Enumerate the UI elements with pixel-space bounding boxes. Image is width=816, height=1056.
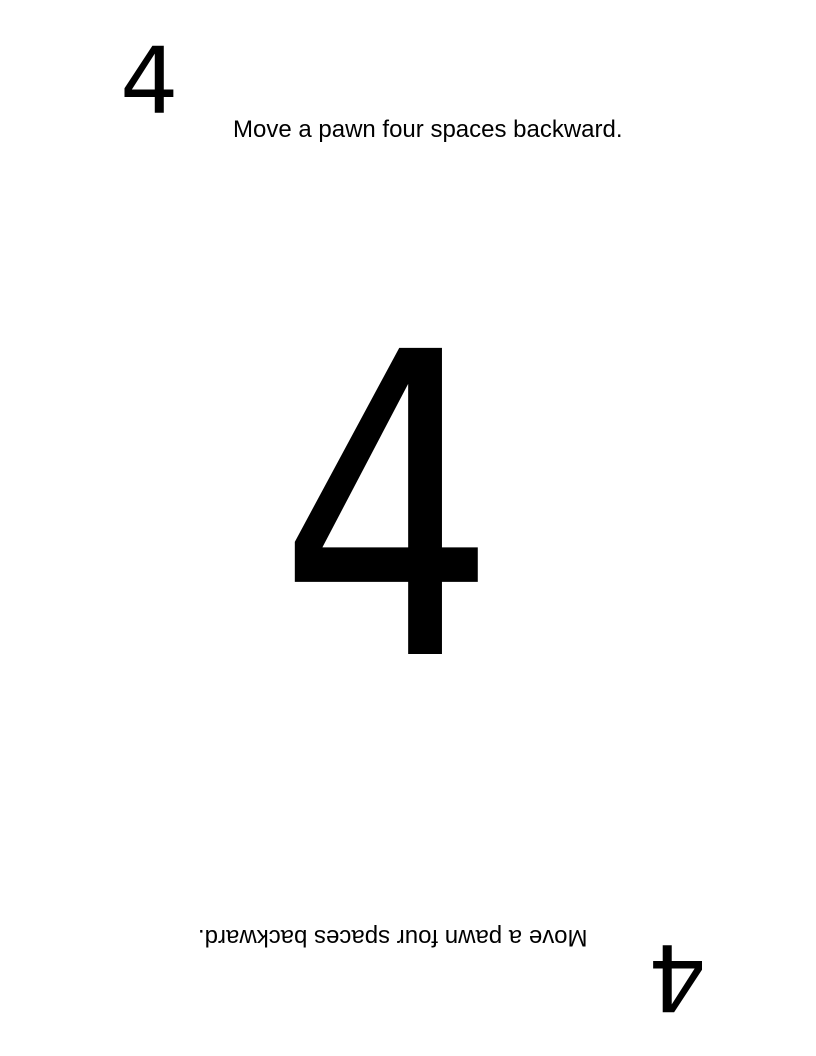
- top-instruction: Move a pawn four spaces backward.: [233, 116, 623, 143]
- center-number: 4: [278, 265, 498, 754]
- top-corner-number: 4: [120, 28, 179, 135]
- bottom-instruction-inverted: Move a pawn four spaces backward.: [198, 924, 588, 951]
- game-card: 4 Move a pawn four spaces backward. 4 Mo…: [0, 0, 816, 1056]
- bottom-corner-number-inverted: 4: [648, 923, 707, 1030]
